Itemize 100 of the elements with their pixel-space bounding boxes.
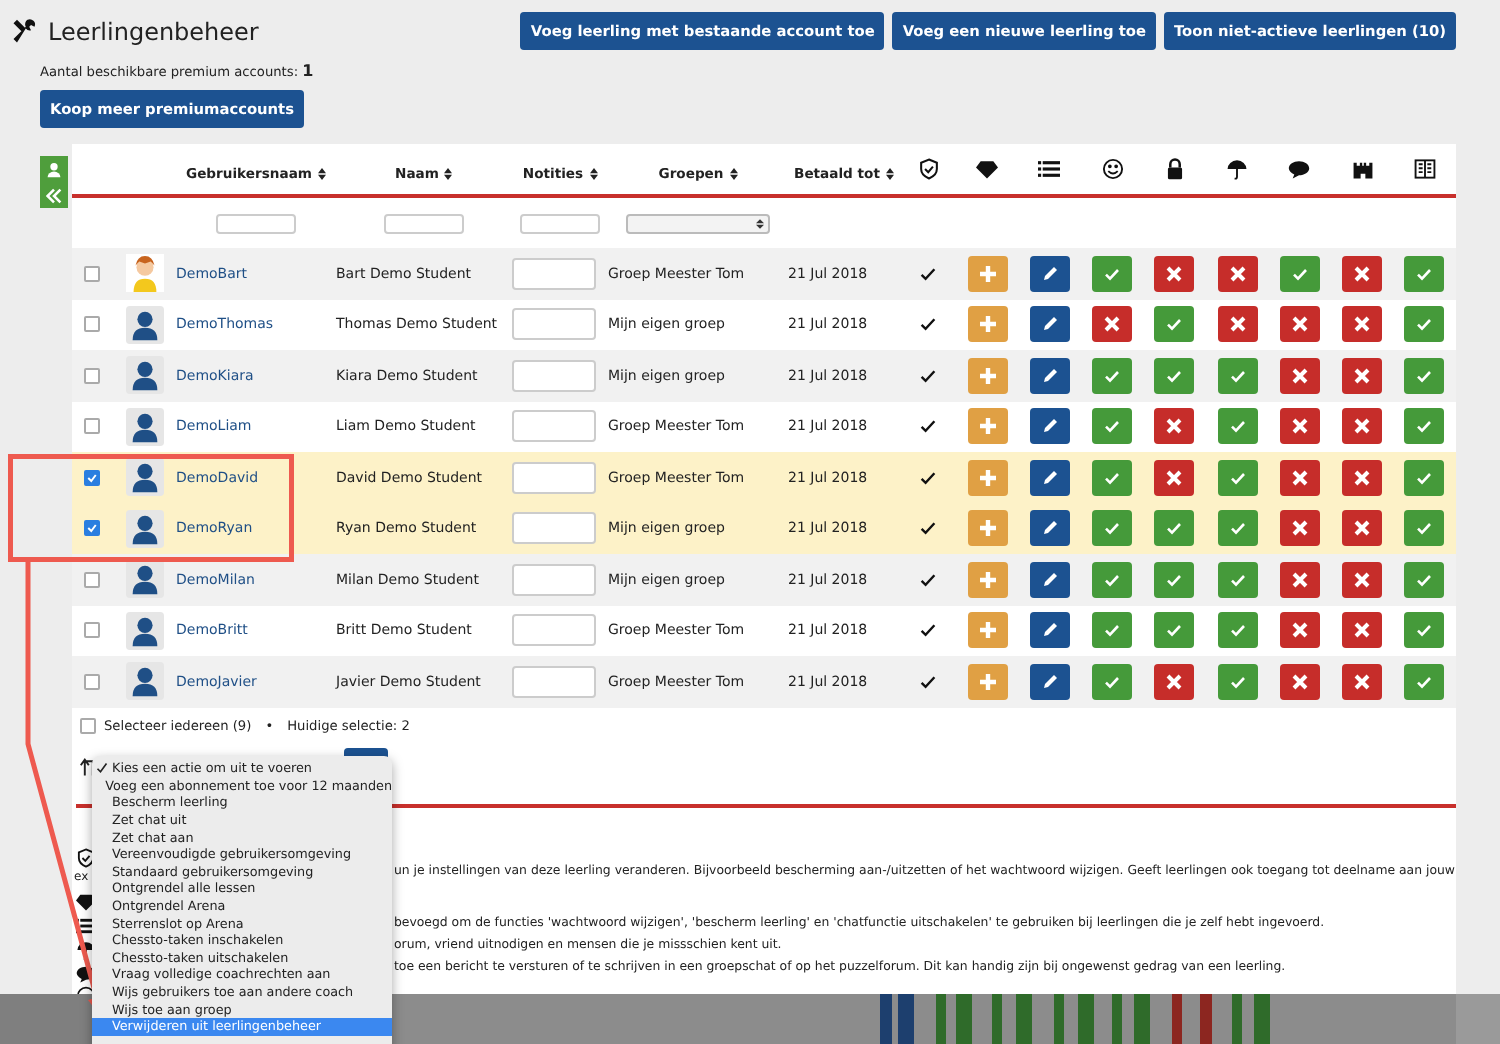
enabled-toggle[interactable] (1154, 357, 1195, 394)
name-filter-field[interactable] (384, 213, 464, 233)
username-filter-field[interactable] (216, 213, 296, 233)
enabled-toggle[interactable] (1404, 459, 1445, 496)
notes-field[interactable] (512, 563, 596, 596)
sort-icon[interactable] (589, 168, 598, 180)
enabled-toggle[interactable] (1092, 612, 1133, 649)
person-icon (46, 161, 62, 177)
enabled-toggle[interactable] (1217, 408, 1258, 445)
enabled-toggle[interactable] (1404, 612, 1445, 649)
row-checkbox[interactable] (84, 367, 100, 384)
edit-button[interactable] (1029, 561, 1070, 598)
row-checkbox[interactable] (84, 469, 100, 486)
sort-icon[interactable] (885, 168, 894, 180)
user-avatar (125, 458, 163, 497)
page-title: Leerlingenbeheer (48, 17, 259, 45)
enabled-toggle[interactable] (1092, 510, 1133, 547)
enabled-toggle[interactable] (1404, 357, 1445, 394)
enabled-toggle[interactable] (1404, 408, 1445, 445)
close-icon (1289, 569, 1310, 590)
edit-button[interactable] (1029, 612, 1070, 649)
add-button[interactable] (967, 408, 1008, 445)
edit-button[interactable] (1029, 306, 1070, 343)
row-checkbox[interactable] (84, 673, 100, 690)
blurred-strip-drawing (0, 994, 92, 1044)
sidebar-toggle[interactable] (40, 156, 68, 208)
pencil-icon (1039, 467, 1060, 488)
enabled-toggle[interactable] (1154, 612, 1195, 649)
enabled-toggle[interactable] (1154, 306, 1195, 343)
notes-field[interactable] (512, 665, 596, 698)
enabled-toggle[interactable] (1092, 663, 1133, 700)
close-icon (1289, 365, 1310, 386)
notes-field[interactable] (512, 461, 596, 494)
enabled-toggle[interactable] (1404, 306, 1445, 343)
add-button[interactable] (967, 306, 1008, 343)
edit-button[interactable] (1029, 255, 1070, 292)
select-all-checkbox[interactable] (80, 717, 96, 733)
add-button[interactable] (967, 663, 1008, 700)
row-checkbox[interactable] (84, 622, 100, 639)
add-button[interactable] (967, 459, 1008, 496)
add-button[interactable] (967, 357, 1008, 394)
edit-button[interactable] (1029, 663, 1070, 700)
plus-icon (977, 620, 998, 641)
pencil-icon (1039, 569, 1060, 590)
enabled-toggle[interactable] (1092, 408, 1133, 445)
add-button[interactable] (967, 510, 1008, 547)
group-filter-dropdown[interactable] (626, 213, 770, 233)
enabled-toggle[interactable] (1092, 255, 1133, 292)
enabled-toggle[interactable] (1217, 510, 1258, 547)
enabled-toggle[interactable] (1404, 561, 1445, 598)
enabled-toggle[interactable] (1154, 510, 1195, 547)
enabled-toggle[interactable] (1217, 459, 1258, 496)
enabled-toggle[interactable] (1092, 459, 1133, 496)
sort-icon[interactable] (444, 168, 453, 180)
close-icon (1352, 620, 1373, 641)
plus-icon (977, 263, 998, 284)
add-button[interactable] (967, 255, 1008, 292)
close-icon (1352, 263, 1373, 284)
notes-filter-field[interactable] (520, 213, 600, 233)
notes-field[interactable] (512, 308, 596, 341)
add-button[interactable] (967, 612, 1008, 649)
check-icon (1164, 314, 1185, 335)
enabled-toggle[interactable] (1092, 561, 1133, 598)
row-checkbox[interactable] (84, 265, 100, 282)
enabled-toggle[interactable] (1279, 255, 1320, 292)
row-checkbox[interactable] (84, 418, 100, 435)
row-checkbox[interactable] (84, 316, 100, 333)
notes-field[interactable] (512, 257, 596, 290)
tick-icon (86, 522, 98, 535)
enabled-toggle[interactable] (1217, 357, 1258, 394)
sort-icon[interactable] (318, 168, 326, 180)
enabled-toggle[interactable] (1404, 663, 1445, 700)
add-button[interactable] (967, 561, 1008, 598)
plus-icon (977, 416, 998, 437)
edit-button[interactable] (1029, 510, 1070, 547)
edit-button[interactable] (1029, 408, 1070, 445)
close-icon (1164, 467, 1185, 488)
edit-button[interactable] (1029, 357, 1070, 394)
enabled-toggle[interactable] (1404, 255, 1445, 292)
notes-field[interactable] (512, 614, 596, 647)
sort-icon[interactable] (729, 168, 738, 180)
enabled-toggle[interactable] (1092, 357, 1133, 394)
enabled-toggle[interactable] (1217, 561, 1258, 598)
enabled-toggle[interactable] (1404, 510, 1445, 547)
notes-field[interactable] (512, 359, 596, 392)
user-avatar (125, 611, 163, 650)
enabled-toggle[interactable] (1217, 663, 1258, 700)
row-checkbox[interactable] (84, 571, 100, 588)
pencil-icon (1039, 416, 1060, 437)
premium-count: 1 (302, 62, 314, 80)
close-icon (1289, 467, 1310, 488)
updown-arrows-icon (756, 217, 764, 229)
edit-button[interactable] (1029, 459, 1070, 496)
check-icon (1102, 620, 1123, 641)
row-checkbox[interactable] (84, 520, 100, 537)
close-icon (1164, 416, 1185, 437)
enabled-toggle[interactable] (1154, 561, 1195, 598)
notes-field[interactable] (512, 410, 596, 443)
enabled-toggle[interactable] (1217, 612, 1258, 649)
notes-field[interactable] (512, 512, 596, 545)
